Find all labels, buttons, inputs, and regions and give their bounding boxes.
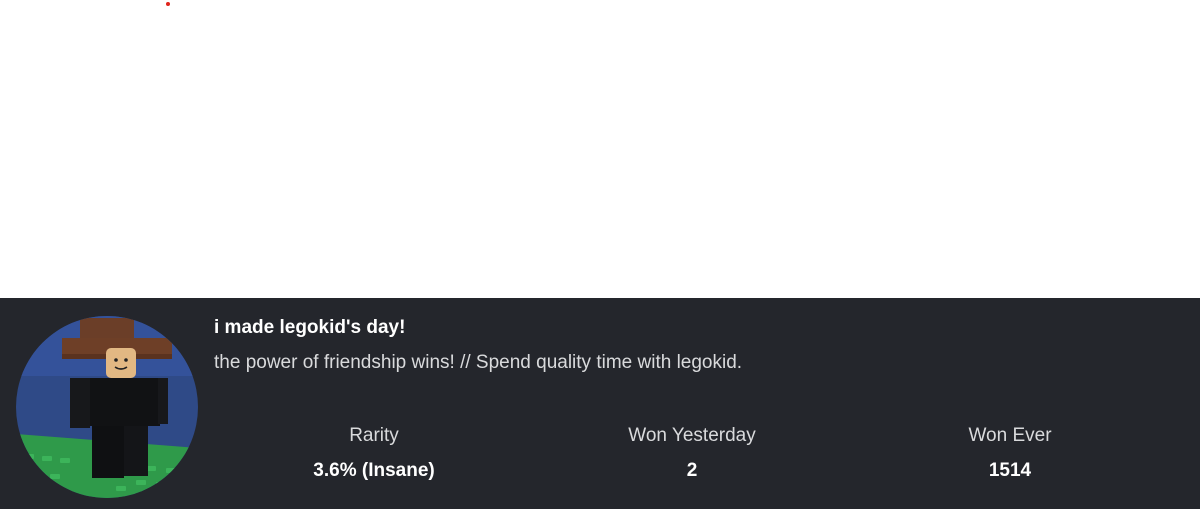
stat-rarity-value: 3.6% (Insane): [313, 460, 435, 481]
legokid-avatar-icon: [16, 316, 198, 498]
stat-won-yesterday: Won Yesterday 2: [562, 424, 822, 483]
badge-card: i made legokid's day! the power of frien…: [0, 298, 1200, 509]
stat-won-yesterday-label: Won Yesterday: [628, 425, 756, 446]
stat-rarity-label: Rarity: [349, 425, 399, 446]
badge-image: [16, 316, 198, 498]
stat-won-yesterday-value: 2: [686, 460, 698, 481]
stat-won-ever-value: 1514: [988, 460, 1032, 481]
notification-dot: [166, 2, 170, 6]
badge-description: the power of friendship wins! // Spend q…: [214, 352, 743, 373]
stat-won-ever-label: Won Ever: [968, 425, 1052, 446]
stat-won-ever: Won Ever 1514: [880, 424, 1140, 483]
badge-title: i made legokid's day!: [214, 317, 406, 338]
page-top-area: [0, 0, 1200, 298]
stat-rarity: Rarity 3.6% (Insane): [244, 424, 504, 483]
